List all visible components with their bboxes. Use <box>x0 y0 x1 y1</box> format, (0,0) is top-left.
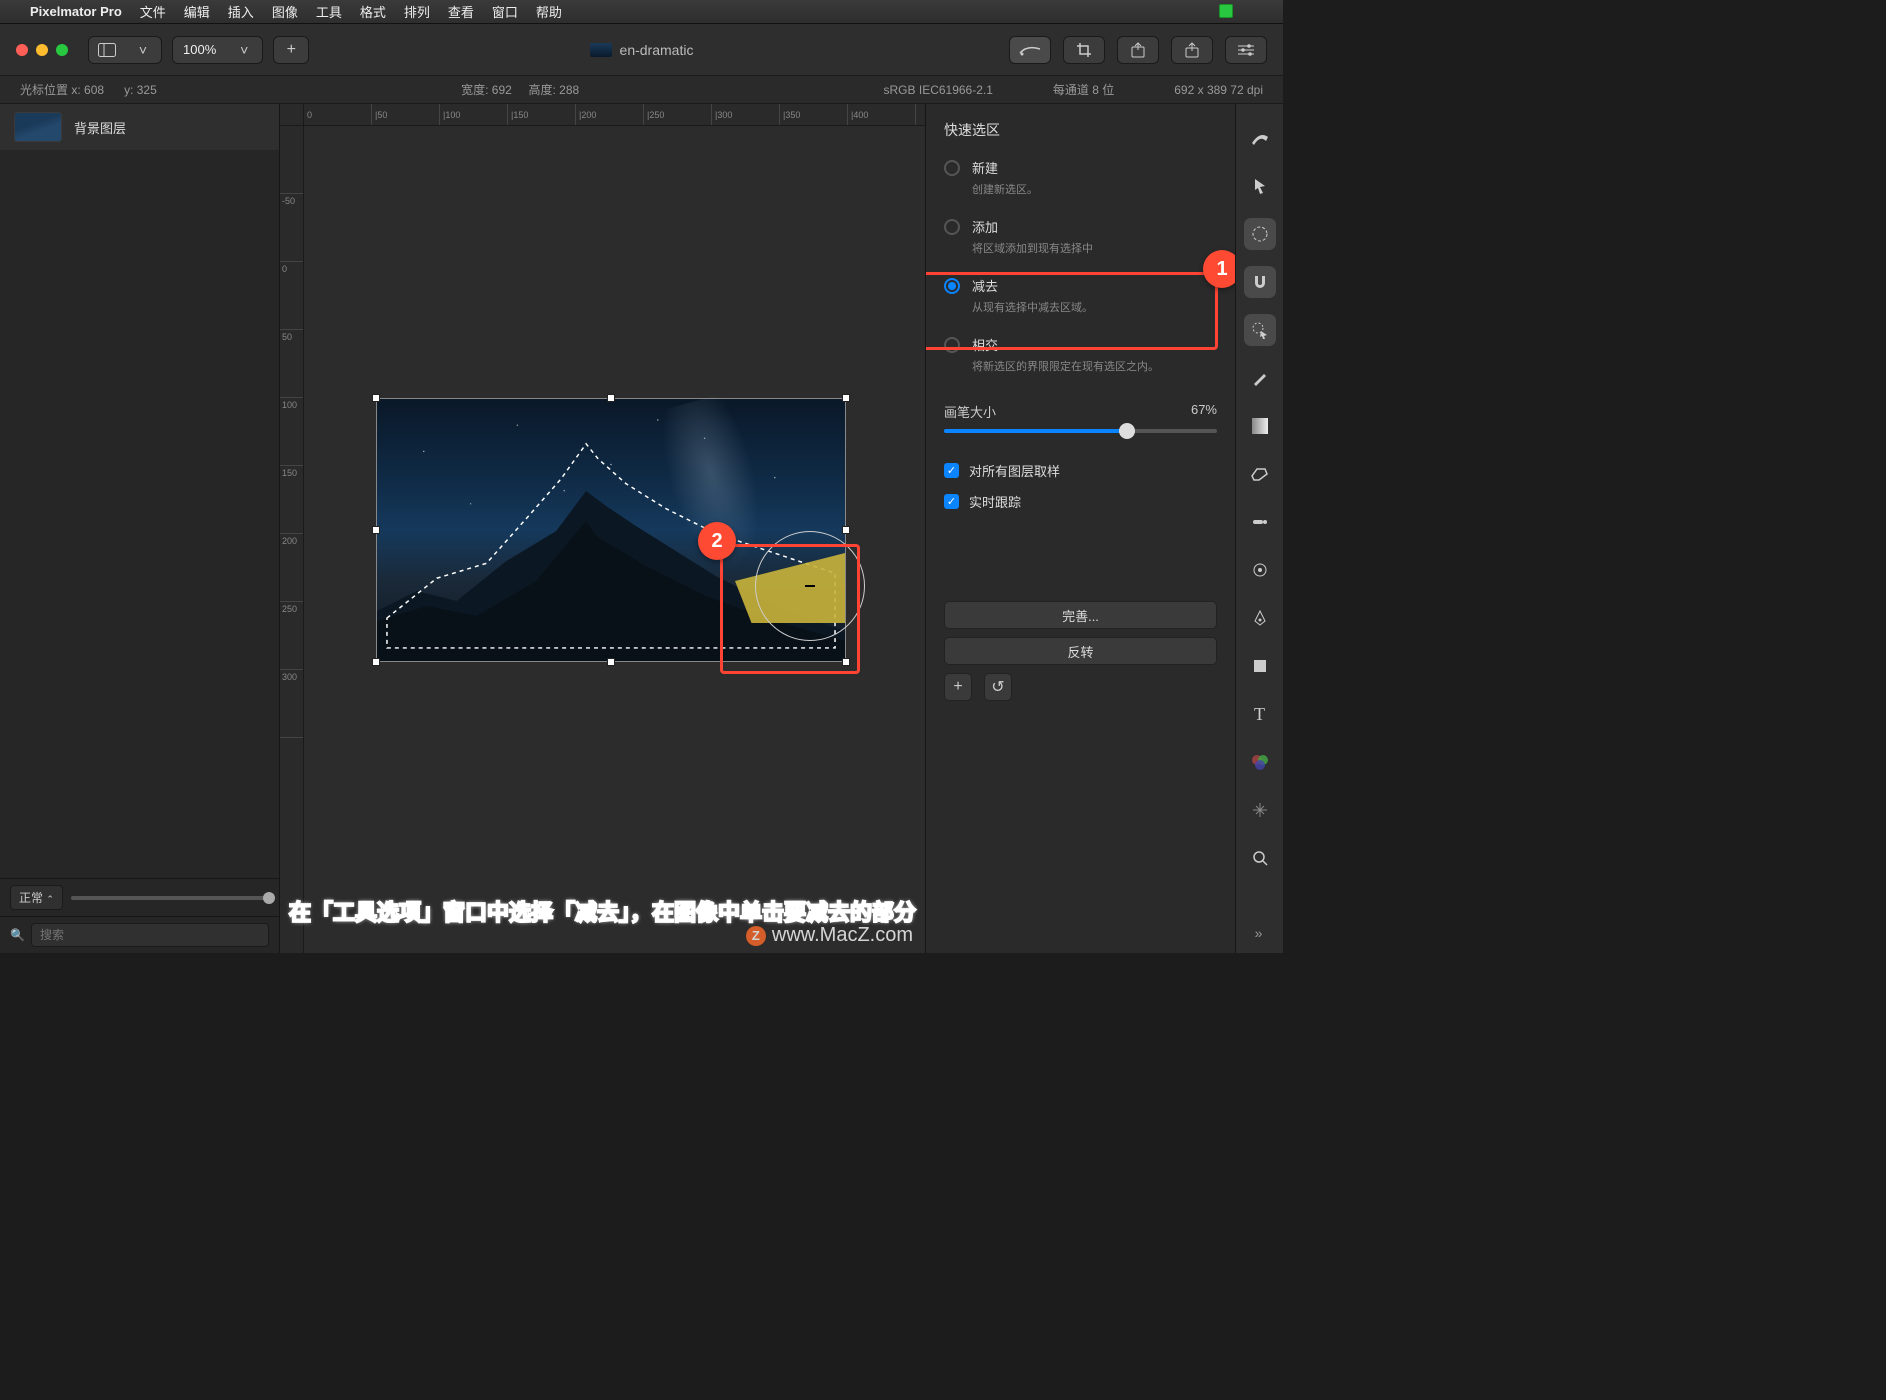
tool-clone[interactable] <box>1244 554 1276 586</box>
cursor-position: 光标位置 x: 608 y: 325 <box>20 81 157 98</box>
ruler-horizontal: 0|50|100|150|200|250|300|350|400 <box>304 104 925 126</box>
opacity-slider[interactable] <box>71 896 269 900</box>
tool-pen[interactable] <box>1244 602 1276 634</box>
blend-row: 正常 ⌃ <box>0 878 279 916</box>
share-button[interactable] <box>1171 36 1213 64</box>
checkbox-icon: ✓ <box>944 463 959 478</box>
close-window-button[interactable] <box>16 44 28 56</box>
tool-zoom[interactable] <box>1244 842 1276 874</box>
document-title: en-dramatic <box>590 42 694 58</box>
zoom-control[interactable]: 100% ˅ <box>172 36 263 64</box>
tool-quick-select[interactable] <box>1244 314 1276 346</box>
tool-options-panel: 快速选区 新建 创建新选区。 添加 将区域添加到现有选择中 减去 <box>925 104 1235 953</box>
annotation-badge-1: 1 <box>1203 250 1235 288</box>
brush-size-slider[interactable] <box>944 429 1217 433</box>
tool-style[interactable] <box>1244 122 1276 154</box>
app-name[interactable]: Pixelmator Pro <box>30 4 122 19</box>
layer-thumb-icon <box>14 112 62 142</box>
inspector-toggle[interactable] <box>1225 36 1267 64</box>
tool-strip: T » <box>1235 104 1283 953</box>
add-button[interactable]: + <box>273 36 309 64</box>
layers-search-input[interactable] <box>31 923 269 947</box>
panel-reset-button[interactable]: ↺ <box>984 673 1012 701</box>
blend-mode-select[interactable]: 正常 ⌃ <box>10 885 63 910</box>
window-controls <box>16 44 68 56</box>
tool-gradient[interactable] <box>1244 410 1276 442</box>
mode-add[interactable]: 添加 将区域添加到现有选择中 <box>944 217 1217 256</box>
image-dims: 692 x 389 72 dpi <box>1174 83 1263 97</box>
menu-window[interactable]: 窗口 <box>492 2 518 21</box>
mode-new[interactable]: 新建 创建新选区。 <box>944 158 1217 197</box>
app-toolbar: ˅ 100% ˅ + en-dramatic <box>0 24 1283 76</box>
document-thumb-icon <box>590 43 612 57</box>
maximize-window-button[interactable] <box>56 44 68 56</box>
menu-help[interactable]: 帮助 <box>536 2 562 21</box>
dimensions: 宽度: 692 高度: 288 <box>461 81 579 98</box>
search-icon: 🔍 <box>10 928 25 942</box>
presets-button[interactable] <box>1009 36 1051 64</box>
menu-arrange[interactable]: 排列 <box>404 2 430 21</box>
ruler-corner <box>280 104 304 126</box>
crop-button[interactable] <box>1063 36 1105 64</box>
layers-panel-toggle[interactable] <box>89 37 125 63</box>
search-row: 🔍 <box>0 916 279 953</box>
tool-strip-more-icon[interactable]: » <box>1248 925 1272 941</box>
menu-tools[interactable]: 工具 <box>316 2 342 21</box>
checkbox-icon: ✓ <box>944 494 959 509</box>
menu-insert[interactable]: 插入 <box>228 2 254 21</box>
refine-button[interactable]: 完善... <box>944 601 1217 629</box>
running-indicator-icon <box>1219 4 1233 18</box>
sidebar-dropdown[interactable]: ˅ <box>125 37 161 63</box>
menu-file[interactable]: 文件 <box>140 2 166 21</box>
check-live-tracking[interactable]: ✓ 实时跟踪 <box>944 492 1217 511</box>
panel-add-button[interactable]: + <box>944 673 972 701</box>
watermark: Z www.MacZ.com <box>746 924 913 947</box>
export-button[interactable] <box>1117 36 1159 64</box>
tool-shape[interactable] <box>1244 650 1276 682</box>
layer-item[interactable]: 背景图层 <box>0 104 279 150</box>
color-profile: sRGB IEC61966-2.1 <box>884 83 993 97</box>
menu-image[interactable]: 图像 <box>272 2 298 21</box>
radio-icon <box>944 160 960 176</box>
watermark-logo-icon: Z <box>746 926 766 946</box>
zoom-value: 100% <box>173 42 226 57</box>
layers-panel: 背景图层 正常 ⌃ 🔍 <box>0 104 280 953</box>
ruler-vertical: -50050100150200250300 <box>280 126 304 953</box>
tool-erase[interactable] <box>1244 458 1276 490</box>
panel-title: 快速选区 <box>944 120 1217 140</box>
tool-repair[interactable] <box>1244 506 1276 538</box>
bit-depth: 每通道 8 位 <box>1053 81 1114 98</box>
info-bar: 光标位置 x: 608 y: 325 宽度: 692 高度: 288 sRGB … <box>0 76 1283 104</box>
brush-size-row: 画笔大小 67% <box>944 402 1217 433</box>
tool-color-adjust[interactable] <box>1244 746 1276 778</box>
brush-size-label: 画笔大小 <box>944 402 996 421</box>
annotation-box-2 <box>720 544 860 674</box>
menu-view[interactable]: 查看 <box>448 2 474 21</box>
annotation-box-1 <box>925 272 1218 350</box>
tool-effects[interactable] <box>1244 794 1276 826</box>
radio-icon <box>944 219 960 235</box>
canvas[interactable]: 0|50|100|150|200|250|300|350|400 -500501… <box>280 104 925 953</box>
annotation-badge-2: 2 <box>698 522 736 560</box>
menu-format[interactable]: 格式 <box>360 2 386 21</box>
tool-marquee-select[interactable] <box>1244 218 1276 250</box>
tool-type[interactable]: T <box>1244 698 1276 730</box>
tutorial-caption: 在「工具选项」窗口中选择「减去」，在图像中单击要减去的部分 <box>289 895 916 927</box>
brush-size-value: 67% <box>1191 402 1217 421</box>
layer-name: 背景图层 <box>74 118 126 137</box>
zoom-dropdown-icon: ˅ <box>226 37 262 63</box>
tool-arrange[interactable] <box>1244 170 1276 202</box>
document-title-text: en-dramatic <box>620 42 694 58</box>
minimize-window-button[interactable] <box>36 44 48 56</box>
menu-edit[interactable]: 编辑 <box>184 2 210 21</box>
macos-menubar: Pixelmator Pro 文件 编辑 插入 图像 工具 格式 排列 查看 窗… <box>0 0 1283 24</box>
sidebar-toggle-segment: ˅ <box>88 36 162 64</box>
invert-button[interactable]: 反转 <box>944 637 1217 665</box>
tool-magnet-select[interactable] <box>1244 266 1276 298</box>
check-sample-all-layers[interactable]: ✓ 对所有图层取样 <box>944 461 1217 480</box>
tool-paint[interactable] <box>1244 362 1276 394</box>
